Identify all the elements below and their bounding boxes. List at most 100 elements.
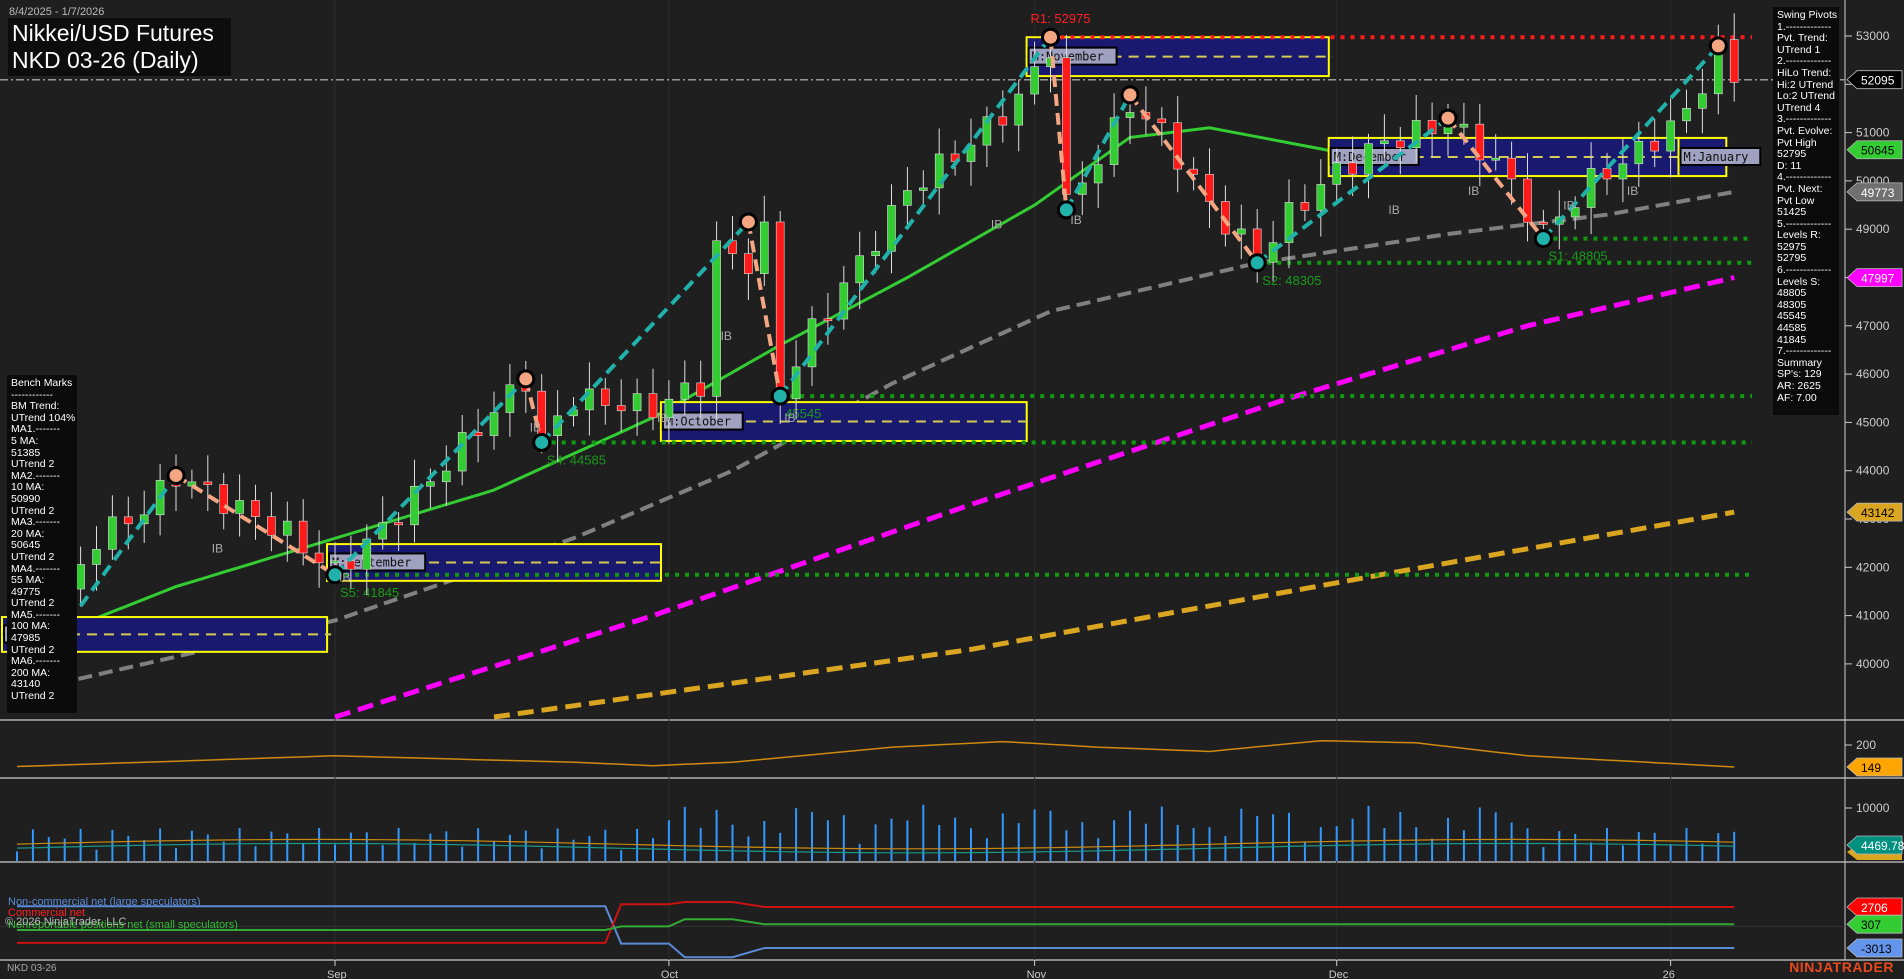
price-tick-label: 42000 — [1856, 560, 1890, 574]
candle-down — [744, 253, 753, 274]
candle-up — [1380, 140, 1389, 144]
cot-line — [17, 905, 1735, 959]
swing-down-line — [1128, 93, 1259, 264]
price-tick-label: 44000 — [1856, 464, 1890, 478]
x-tick-label: Dec — [1329, 969, 1349, 979]
candle-down — [1396, 140, 1405, 149]
candle-down — [1729, 39, 1739, 83]
swing-pivots-panel: Swing Pivots 1.------------- Pvt. Trend: UT… — [1773, 7, 1839, 415]
candle-up — [1698, 93, 1707, 109]
ib-marker: IB — [212, 541, 223, 555]
candle-down — [298, 520, 308, 554]
candle-up — [712, 240, 721, 397]
candle-down — [998, 116, 1008, 126]
bench-marks-line: UTrend 2 — [11, 690, 55, 703]
candle-up — [759, 221, 769, 274]
swing-low-marker — [1533, 229, 1553, 249]
candle-down — [648, 393, 658, 418]
instrument-name: Nikkei/USD Futures — [12, 20, 214, 46]
swing-pivots-panel-line: 51425 — [1777, 206, 1807, 219]
candle-up — [1014, 93, 1024, 126]
candle-up — [1666, 120, 1675, 152]
ma-line-200ma — [493, 509, 1735, 720]
level-label: S2: 48305 — [1262, 273, 1321, 288]
price-tick-label: 53000 — [1856, 29, 1890, 43]
candle-up — [1459, 123, 1469, 128]
ma-1-value: 49773 — [1861, 186, 1895, 200]
ib-marker: IB — [530, 421, 541, 435]
ib-marker: IB — [1627, 184, 1638, 198]
cot-0-value: -3013 — [1861, 942, 1892, 956]
candle-up — [1332, 162, 1341, 185]
candle-down — [600, 388, 610, 406]
cot-line — [17, 918, 1735, 931]
candle-up — [92, 549, 101, 565]
ma-line-20ma — [16, 126, 1735, 651]
swing-high-marker — [738, 212, 758, 232]
swing-up-line — [78, 474, 178, 608]
candle-up — [1125, 112, 1135, 118]
candle-up — [887, 205, 896, 252]
ib-marker: IB — [784, 411, 795, 425]
swing-up-line — [778, 36, 1053, 398]
candle-down — [1539, 221, 1548, 225]
candle-down — [823, 318, 833, 322]
ma-0-value: 50645 — [1861, 144, 1895, 158]
swing-pivots-panel-line: AR: 2625 — [1777, 380, 1821, 392]
cot-2-value: 307 — [1861, 918, 1881, 932]
swing-pivots-panel-line: 52795 — [1777, 148, 1807, 161]
candle-up — [330, 560, 340, 564]
candle-down — [1205, 173, 1214, 202]
swing-pivots-panel-line: 6.------------- — [1777, 264, 1832, 277]
candle-up — [457, 432, 467, 472]
price-tick-label: 41000 — [1856, 609, 1890, 623]
candle-down — [1348, 162, 1357, 175]
indicator-line — [16, 739, 1735, 768]
swing-low-marker — [770, 386, 790, 406]
swing-pivots-panel-line: 44585 — [1777, 322, 1807, 335]
bench-marks-line: MA3.------- — [11, 516, 60, 529]
price-tick-label: 49000 — [1856, 222, 1890, 236]
bench-marks-line: Bench Marks — [11, 377, 73, 389]
candle-up — [441, 470, 451, 483]
candle-down — [1300, 202, 1310, 211]
candle-up — [1093, 164, 1103, 184]
candle-down — [1507, 157, 1516, 180]
ib-marker: IB — [721, 329, 732, 343]
last-price-value: 52095 — [1861, 74, 1895, 88]
swing-pivots-panel-line: Pvt. Next: — [1777, 182, 1823, 195]
candle-down — [314, 552, 324, 564]
candle-up — [108, 516, 117, 550]
swing-low-marker — [1247, 253, 1267, 273]
swing-low-marker — [532, 432, 552, 452]
candle-down — [267, 516, 276, 536]
candle-up — [1030, 66, 1039, 95]
chart-title: Nikkei/USD Futures NKD 03-26 (Daily) — [8, 18, 231, 76]
price-tick-label: 47000 — [1856, 319, 1890, 333]
candle-down — [346, 560, 356, 570]
candle-down — [394, 522, 403, 526]
volume-tick-label: 10000 — [1856, 801, 1890, 815]
candle-down — [124, 516, 133, 525]
ib-marker: IB — [1388, 203, 1399, 217]
bench-marks-line: UTrend 2 — [11, 458, 55, 471]
ib-marker: IB — [1070, 213, 1081, 227]
ma-2-value: 47997 — [1861, 272, 1895, 286]
candle-up — [426, 481, 435, 487]
candle-up — [1491, 157, 1500, 161]
x-tick-label: Nov — [1027, 969, 1047, 979]
swing-high-marker — [166, 466, 186, 486]
cot-line — [17, 901, 1735, 944]
candle-up — [632, 393, 642, 412]
price-chart[interactable]: SepOctNovDec2640000410004200043000440004… — [0, 0, 1904, 979]
volume-last-value: 4469.78 — [1861, 839, 1904, 853]
price-tick-label: 40000 — [1856, 657, 1890, 671]
cot-1-value: 2706 — [1861, 901, 1888, 915]
candle-up — [1682, 108, 1691, 122]
candle-up — [282, 520, 292, 536]
level-label: S5: 41845 — [340, 585, 399, 600]
indicator-last-value: 149 — [1861, 761, 1881, 775]
bench-marks-line: 5 MA: — [11, 434, 39, 447]
bench-marks-line: UTrend 2 — [11, 550, 55, 563]
candle-down — [1602, 168, 1612, 180]
